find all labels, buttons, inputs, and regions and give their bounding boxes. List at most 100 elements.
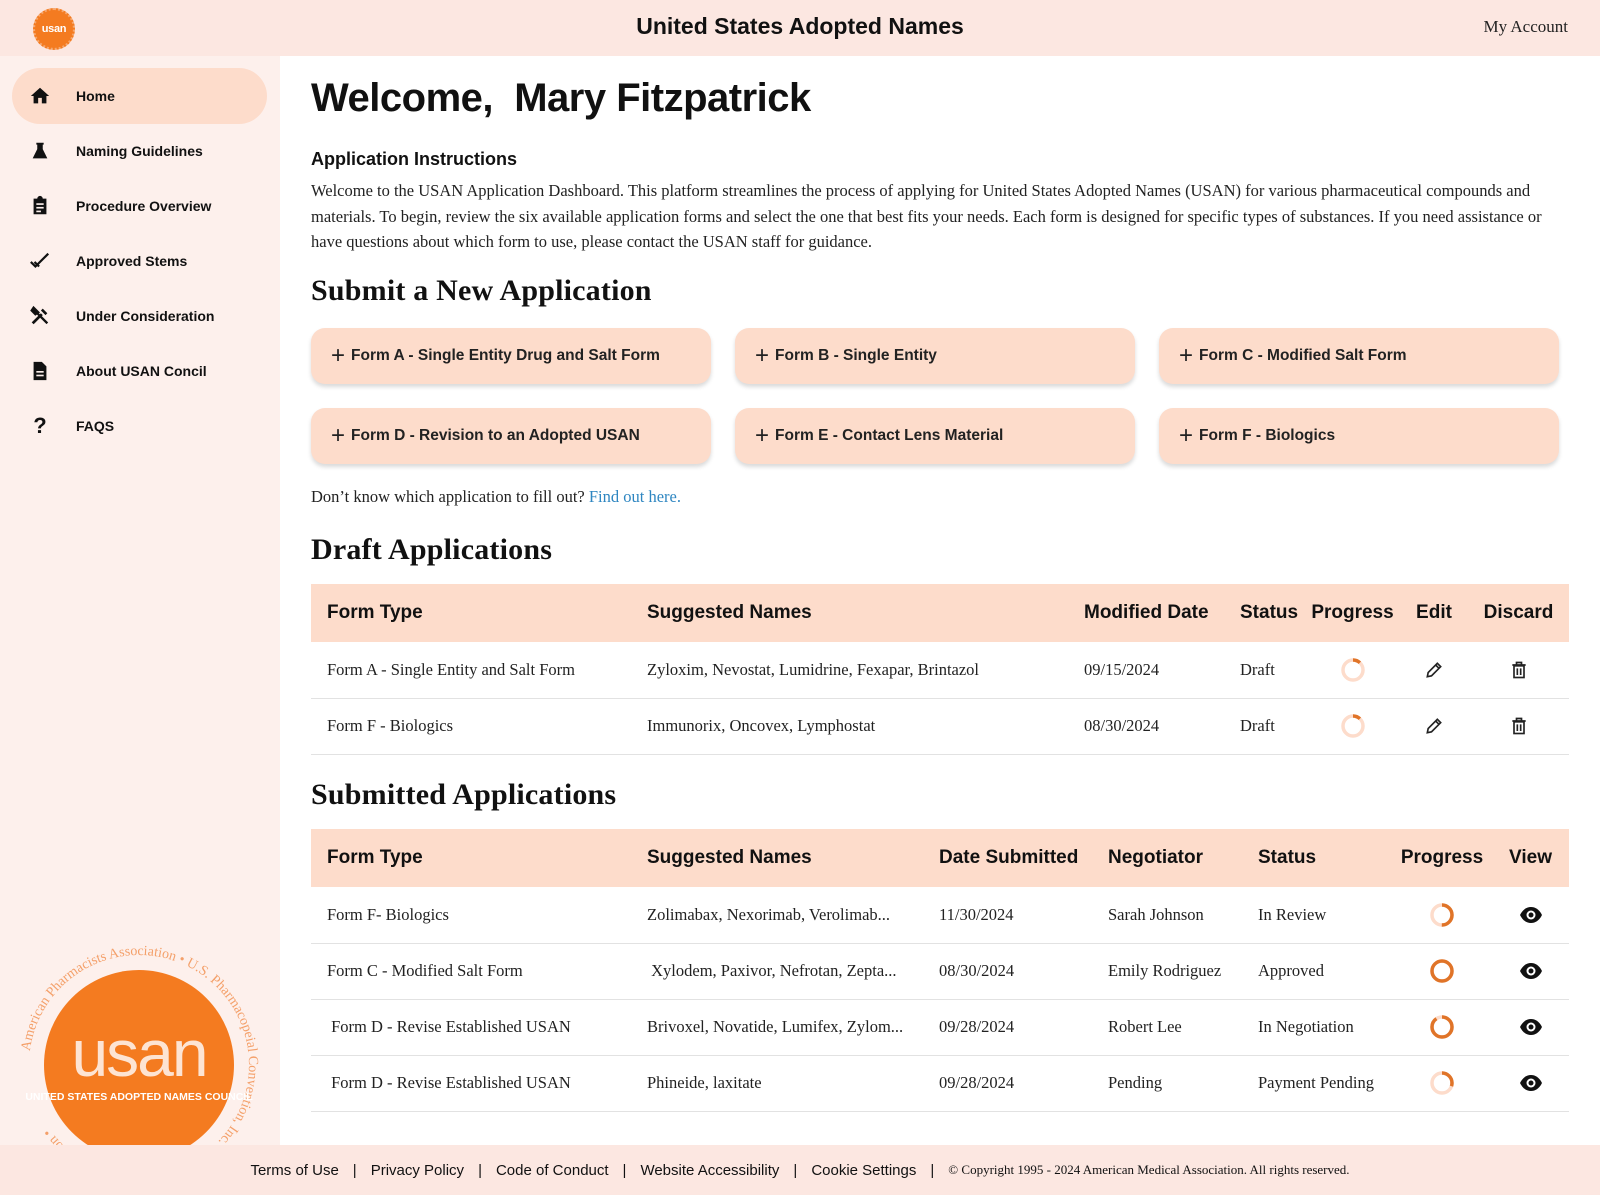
- cell-progress: [1305, 698, 1400, 755]
- cell-form-type: Form D - Revise Established USAN: [311, 1055, 631, 1112]
- cell-form-type: Form D - Revise Established USAN: [311, 999, 631, 1056]
- form-button-label: Form E - Contact Lens Material: [775, 427, 1004, 444]
- col-view: View: [1492, 829, 1569, 887]
- eye-icon[interactable]: [1519, 903, 1543, 927]
- find-out-link[interactable]: Find out here.: [589, 487, 681, 506]
- cell-suggested-names: Phineide, laxitate: [631, 1055, 923, 1112]
- sidebar-item-label: Approved Stems: [76, 253, 188, 269]
- cell-progress: [1392, 943, 1492, 1000]
- eye-icon[interactable]: [1519, 959, 1543, 983]
- cell-view: [1492, 887, 1569, 944]
- cell-suggested-names: Xylodem, Paxivor, Nefrotan, Zepta...: [631, 943, 923, 1000]
- cell-date-submitted: 11/30/2024: [923, 887, 1092, 944]
- help-text: Don’t know which application to fill out…: [311, 487, 585, 506]
- cell-status: Approved: [1242, 943, 1392, 1000]
- cell-date-submitted: 09/28/2024: [923, 999, 1092, 1056]
- footer-link-accessibility[interactable]: Website Accessibility: [640, 1162, 779, 1179]
- sidebar-item-faqs[interactable]: ? FAQS: [12, 398, 267, 454]
- plus-icon: +: [1179, 422, 1194, 449]
- cell-form-type: Form F- Biologics: [311, 887, 631, 944]
- help-line: Don’t know which application to fill out…: [311, 487, 681, 507]
- cell-modified-date: 08/30/2024: [1068, 698, 1224, 755]
- table-row: Form F- Biologics Zolimabax, Nexorimab, …: [311, 887, 1569, 944]
- col-progress: Progress: [1392, 829, 1492, 887]
- sidebar-item-procedure-overview[interactable]: Procedure Overview: [12, 178, 267, 234]
- sidebar-item-home[interactable]: Home: [12, 68, 267, 124]
- sidebar: Home Naming Guidelines Procedure Overvie…: [0, 56, 280, 1186]
- form-a-button[interactable]: + Form A - Single Entity Drug and Salt Fo…: [311, 328, 711, 384]
- edit-pencil-icon[interactable]: [1422, 658, 1446, 682]
- sidebar-item-label: Under Consideration: [76, 308, 215, 324]
- clipboard-icon: [28, 194, 52, 218]
- form-b-button[interactable]: + Form B - Single Entity: [735, 328, 1135, 384]
- draft-section-title: Draft Applications: [311, 533, 553, 566]
- eye-icon[interactable]: [1519, 1015, 1543, 1039]
- draft-table: Form Type Suggested Names Modified Date …: [311, 584, 1569, 755]
- footer-link-privacy[interactable]: Privacy Policy: [371, 1162, 464, 1179]
- footer-link-cookies[interactable]: Cookie Settings: [811, 1162, 916, 1179]
- cell-discard: [1468, 698, 1569, 755]
- submitted-table: Form Type Suggested Names Date Submitted…: [311, 829, 1569, 1112]
- top-header: usan United States Adopted Names My Acco…: [0, 0, 1600, 56]
- form-button-label: Form C - Modified Salt Form: [1199, 347, 1407, 364]
- table-row: Form D - Revise Established USAN Brivoxe…: [311, 999, 1569, 1056]
- footer-separator: |: [622, 1161, 627, 1179]
- cell-edit: [1400, 698, 1468, 755]
- col-modified-date: Modified Date: [1068, 584, 1224, 642]
- form-d-button[interactable]: + Form D - Revision to an Adopted USAN: [311, 408, 711, 464]
- cell-suggested-names: Zolimabax, Nexorimab, Verolimab...: [631, 887, 923, 944]
- cell-date-submitted: 08/30/2024: [923, 943, 1092, 1000]
- tools-icon: [28, 304, 52, 328]
- cell-view: [1492, 943, 1569, 1000]
- cell-discard: [1468, 642, 1569, 699]
- sidebar-item-label: Naming Guidelines: [76, 143, 203, 159]
- form-button-label: Form A - Single Entity Drug and Salt For…: [351, 347, 660, 364]
- double-check-icon: [28, 249, 52, 273]
- cell-progress: [1392, 887, 1492, 944]
- copyright-text: © Copyright 1995 - 2024 American Medical…: [948, 1162, 1350, 1177]
- sidebar-item-label: Home: [76, 88, 115, 104]
- footer: Terms of Use | Privacy Policy | Code of …: [0, 1145, 1600, 1195]
- cell-edit: [1400, 642, 1468, 699]
- sidebar-item-under-consideration[interactable]: Under Consideration: [12, 288, 267, 344]
- sidebar-item-about[interactable]: About USAN Concil: [12, 343, 267, 399]
- sidebar-item-approved-stems[interactable]: Approved Stems: [12, 233, 267, 289]
- cell-suggested-names: Brivoxel, Novatide, Lumifex, Zylom...: [631, 999, 923, 1056]
- form-c-button[interactable]: + Form C - Modified Salt Form: [1159, 328, 1559, 384]
- col-edit: Edit: [1400, 584, 1468, 642]
- cell-date-submitted: 09/28/2024: [923, 1055, 1092, 1112]
- footer-separator: |: [793, 1161, 798, 1179]
- instructions-body: Welcome to the USAN Application Dashboar…: [311, 181, 1542, 251]
- form-button-label: Form F - Biologics: [1199, 427, 1336, 444]
- sidebar-item-naming-guidelines[interactable]: Naming Guidelines: [12, 123, 267, 179]
- footer-link-conduct[interactable]: Code of Conduct: [496, 1162, 609, 1179]
- app-title: United States Adopted Names: [636, 13, 964, 39]
- instructions-title: Application Instructions: [311, 149, 518, 169]
- form-e-button[interactable]: + Form E - Contact Lens Material: [735, 408, 1135, 464]
- cell-progress: [1305, 642, 1400, 699]
- progress-ring: [1430, 1071, 1454, 1095]
- submitted-table-header: Form Type Suggested Names Date Submitted…: [311, 829, 1569, 887]
- footer-separator: |: [478, 1161, 482, 1179]
- trash-icon[interactable]: [1507, 658, 1531, 682]
- trash-icon[interactable]: [1507, 714, 1531, 738]
- cell-negotiator: Robert Lee: [1092, 999, 1242, 1056]
- my-account-link[interactable]: My Account: [1483, 17, 1568, 37]
- plus-icon: +: [755, 422, 770, 449]
- col-date-submitted: Date Submitted: [923, 829, 1092, 887]
- cell-progress: [1392, 999, 1492, 1056]
- cell-status: In Review: [1242, 887, 1392, 944]
- cell-status: Payment Pending: [1242, 1055, 1392, 1112]
- col-form-type: Form Type: [311, 584, 631, 642]
- cell-suggested-names: Immunorix, Oncovex, Lymphostat: [631, 698, 1068, 755]
- flask-icon: [28, 139, 52, 163]
- home-icon: [28, 84, 52, 108]
- col-suggested-names: Suggested Names: [631, 829, 923, 887]
- sidebar-item-label: Procedure Overview: [76, 198, 212, 214]
- eye-icon[interactable]: [1519, 1071, 1543, 1095]
- edit-pencil-icon[interactable]: [1422, 714, 1446, 738]
- footer-link-terms[interactable]: Terms of Use: [250, 1162, 338, 1179]
- form-f-button[interactable]: + Form F - Biologics: [1159, 408, 1559, 464]
- cell-status: Draft: [1224, 642, 1305, 699]
- progress-ring: [1430, 1015, 1454, 1039]
